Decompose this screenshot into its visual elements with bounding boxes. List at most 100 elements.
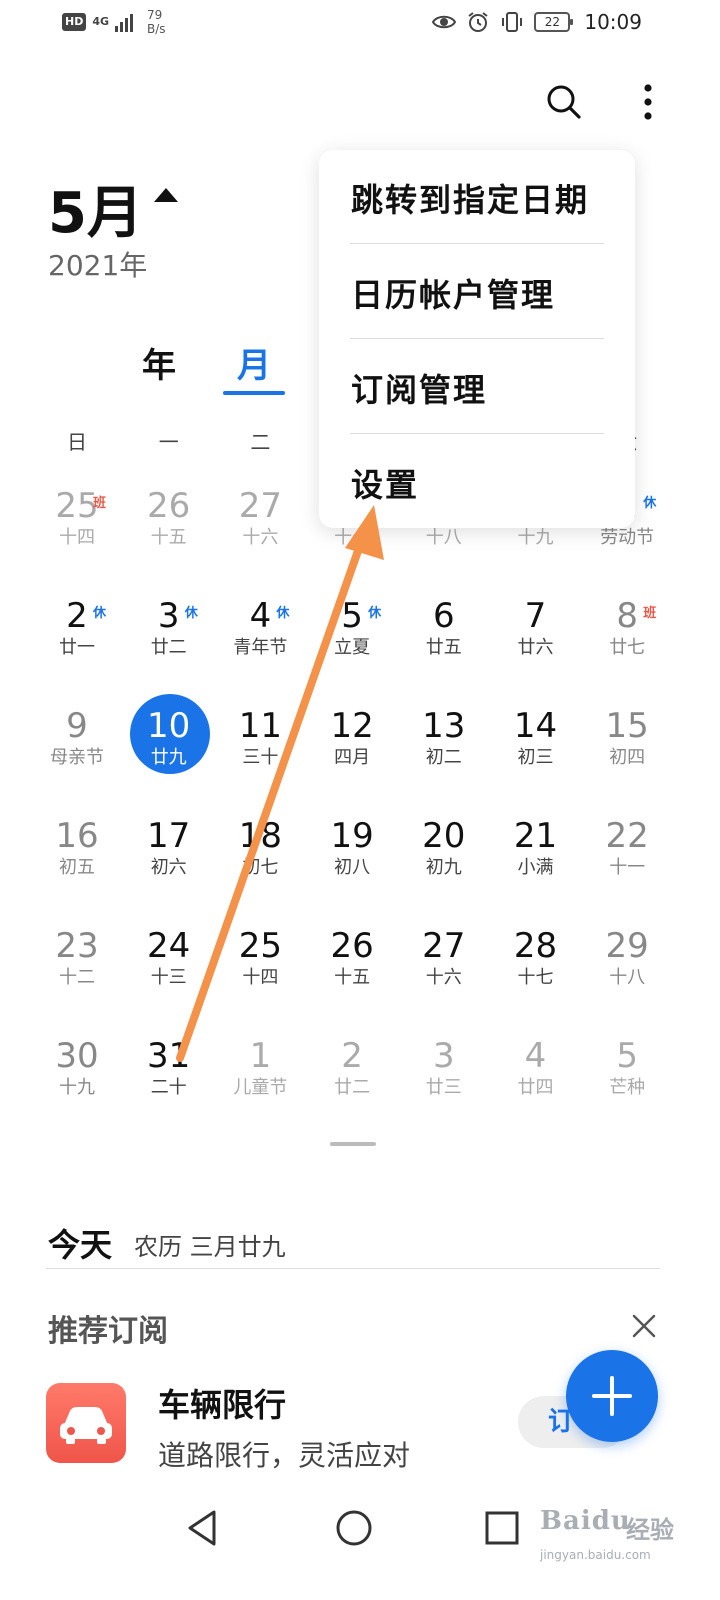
recents-square-icon[interactable]	[478, 1504, 526, 1552]
day-cell[interactable]: 27 十六	[214, 482, 306, 582]
day-cell[interactable]: 2 廿一 休	[31, 592, 123, 692]
menu-divider	[350, 338, 604, 339]
drag-handle[interactable]	[330, 1142, 376, 1146]
day-cell[interactable]: 30十九	[31, 1032, 123, 1132]
menu-item-settings[interactable]: 设置	[351, 460, 605, 506]
car-icon[interactable]	[46, 1383, 126, 1463]
more-options-button[interactable]	[624, 78, 672, 126]
day-cell[interactable]: 12 四月	[306, 702, 398, 802]
divider	[46, 1268, 660, 1269]
day-cell[interactable]: 18 初七	[214, 812, 306, 912]
lunar-date: 廿三	[425, 1077, 462, 1098]
car-glyph	[60, 1407, 112, 1444]
lunar-date: 初二	[425, 747, 462, 768]
day-cell[interactable]: 24 十三	[123, 922, 215, 1022]
day-cell[interactable]: 17 初六	[123, 812, 215, 912]
menu-item-subscription-management[interactable]: 订阅管理	[351, 365, 605, 411]
day-cell[interactable]: 13 初二	[398, 702, 490, 802]
lunar-date: 初五	[59, 857, 95, 878]
day-cell[interactable]: 9 母亲节	[31, 702, 123, 802]
day-number: 12	[330, 706, 374, 746]
day-number: 2	[66, 596, 88, 636]
day-number: 19	[330, 816, 374, 856]
day-cell[interactable]: 29十八	[581, 922, 673, 1022]
status-bar-right: 22 10:09	[432, 10, 642, 34]
day-number: 26	[330, 926, 374, 966]
day-cell[interactable]: 4 青年节 休	[214, 592, 306, 692]
search-button[interactable]	[540, 78, 588, 126]
day-cell[interactable]: 8 廿七 班	[581, 592, 673, 692]
day-cell[interactable]: 7 廿六	[490, 592, 582, 692]
day-cell[interactable]: 23 十二	[31, 922, 123, 1022]
holiday-badge: 休	[184, 606, 198, 621]
weekday-label: 日	[67, 430, 87, 454]
net-speed-value: 79	[147, 8, 163, 22]
home-circle-icon[interactable]	[330, 1504, 378, 1552]
recommended-item-description: 道路限行，灵活应对	[158, 1439, 411, 1472]
day-cell[interactable]: 3 廿三	[398, 1032, 490, 1132]
watermark-brand: Baidu	[540, 1506, 631, 1536]
holiday-badge: 休	[93, 606, 107, 621]
day-cell[interactable]: 19 初八	[306, 812, 398, 912]
recommended-item-name[interactable]: 车辆限行	[158, 1380, 286, 1426]
weekday-label: 一	[158, 430, 179, 454]
more-vert-icon	[644, 84, 652, 120]
day-cell[interactable]: 20 初九	[398, 812, 490, 912]
day-cell[interactable]: 5 立夏 休	[306, 592, 398, 692]
watermark: Baidu 经验 jingyan.baidu.com	[540, 1488, 710, 1588]
month-title[interactable]: 5月	[48, 168, 143, 249]
lunar-date: 二十	[150, 1077, 187, 1098]
day-cell[interactable]: 21 小满	[490, 812, 582, 912]
year-title: 2021年	[48, 249, 148, 282]
day-cell[interactable]: 22 十一	[581, 812, 673, 912]
day-cell[interactable]: 25 十四	[214, 922, 306, 1022]
battery-icon: 22	[534, 12, 574, 32]
day-cell[interactable]: 31 二十	[123, 1032, 215, 1132]
lunar-date: 立夏	[334, 637, 371, 658]
day-number: 25	[55, 486, 99, 526]
overflow-menu: 跳转到指定日期 日历帐户管理 订阅管理 设置	[319, 150, 635, 528]
lunar-date: 十五	[334, 967, 371, 988]
day-cell[interactable]: 26 十五	[306, 922, 398, 1022]
lunar-date: 十九	[59, 1077, 95, 1098]
day-cell-selected[interactable]: 10 廿九	[123, 702, 215, 802]
back-triangle-icon[interactable]	[178, 1504, 226, 1552]
day-number: 3	[157, 596, 180, 636]
day-cell[interactable]: 4 廿四	[490, 1032, 582, 1132]
day-cell[interactable]: 15 初四	[581, 702, 673, 802]
day-cell[interactable]: 11 三十	[214, 702, 306, 802]
lunar-date: 十四	[59, 527, 95, 548]
menu-divider	[350, 243, 604, 244]
vibrate-icon	[502, 12, 523, 32]
day-cell[interactable]: 5 芒种	[581, 1032, 673, 1132]
plus-icon	[592, 1376, 632, 1416]
lunar-date: 廿五	[425, 637, 462, 658]
caret-up-icon[interactable]	[154, 188, 178, 202]
close-icon[interactable]	[624, 1306, 664, 1346]
day-cell[interactable]: 16 初五	[31, 812, 123, 912]
day-cell[interactable]: 26 十五	[123, 482, 215, 582]
menu-item-account-management[interactable]: 日历帐户管理	[351, 270, 605, 316]
day-cell[interactable]: 1 儿童节	[214, 1032, 306, 1132]
lunar-date: 廿四	[517, 1077, 554, 1098]
day-cell[interactable]: 2 廿二	[306, 1032, 398, 1132]
day-number: 8	[616, 596, 638, 636]
day-cell[interactable]: 27 十六	[398, 922, 490, 1022]
tab-year[interactable]: 年	[124, 338, 194, 387]
day-number: 17	[147, 816, 191, 856]
menu-item-jump-to-date[interactable]: 跳转到指定日期	[351, 175, 605, 221]
day-number: 5	[616, 1036, 638, 1076]
lunar-date: 三十	[242, 747, 279, 768]
day-number: 11	[238, 706, 283, 746]
day-cell[interactable]: 25 十四 班	[31, 482, 123, 582]
status-time: 10:09	[584, 10, 642, 34]
lunar-date: 廿九	[150, 747, 187, 768]
day-cell[interactable]: 6 廿五	[398, 592, 490, 692]
day-cell[interactable]: 14 初三	[490, 702, 582, 802]
day-cell[interactable]: 28十七	[490, 922, 582, 1022]
add-event-button[interactable]	[566, 1350, 658, 1442]
day-cell[interactable]: 3 廿二 休	[123, 592, 215, 692]
net-speed-unit: B/s	[147, 22, 166, 36]
tab-month[interactable]: 月	[219, 338, 289, 387]
status-bar-left: HD 4G 79 B/s	[62, 8, 166, 36]
